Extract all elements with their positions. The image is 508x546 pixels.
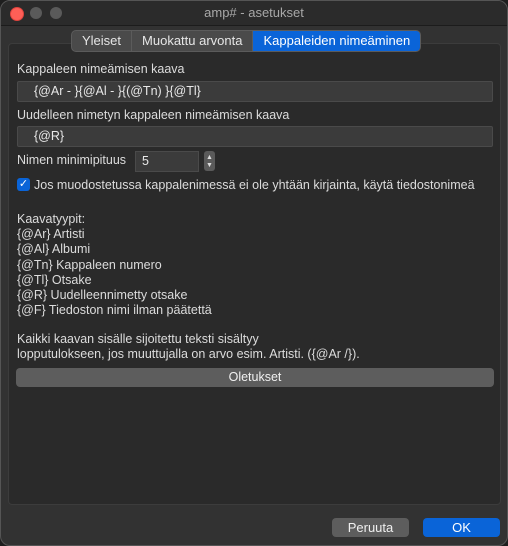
stepper-down-icon[interactable]: ▼ (206, 162, 213, 169)
formula-type-item: {@Al} Albumi (17, 242, 91, 257)
ok-button[interactable]: OK (423, 518, 500, 537)
formula-label: Kappaleen nimeämisen kaava (17, 62, 185, 76)
tab-muokattu-arvonta[interactable]: Muokattu arvonta (132, 31, 254, 51)
renamed-formula-label: Uudelleen nimetyn kappaleen nimeämisen k… (17, 108, 290, 122)
min-length-label: Nimen minimipituus (17, 153, 127, 167)
formula-note: Kaikki kaavan sisälle sijoitettu teksti … (17, 332, 360, 362)
title-bar: amp# - asetukset (1, 1, 507, 26)
defaults-button[interactable]: Oletukset (16, 368, 494, 387)
min-length-stepper[interactable]: ▲ ▼ (204, 151, 215, 171)
use-filename-label: Jos muodostetussa kappalenimessä ei ole … (34, 178, 475, 192)
formula-note-line: Kaikki kaavan sisälle sijoitettu teksti … (17, 332, 259, 346)
formula-note-line: lopputulokseen, jos muuttujalla on arvo … (17, 347, 360, 362)
formula-input[interactable]: {@Ar - }{@Al - }{(@Tn) }{@Tl} (17, 81, 493, 102)
window-title: amp# - asetukset (204, 5, 304, 20)
formula-type-item: {@Tn} Kappaleen numero (17, 257, 162, 272)
tab-yleiset[interactable]: Yleiset (72, 31, 133, 51)
tab-kappaleiden-nimeaminen[interactable]: Kappaleiden nimeäminen (253, 31, 421, 51)
formula-help: Kaavatyypit: {@Ar} Artisti {@Al} Albumi … (17, 212, 212, 318)
checkmark-icon: ✓ (18, 178, 29, 190)
settings-tabs: Yleiset Muokattu arvonta Kappaleiden nim… (71, 30, 422, 52)
min-length-input[interactable]: 5 (135, 151, 199, 172)
settings-window: amp# - asetukset Yleiset Muokattu arvont… (0, 0, 508, 546)
cancel-button[interactable]: Peruuta (332, 518, 409, 537)
use-filename-checkbox[interactable]: ✓ (17, 178, 30, 191)
formula-type-item: {@Ar} Artisti (17, 227, 85, 242)
formula-type-item: {@R} Uudelleennimetty otsake (17, 288, 188, 303)
stepper-up-icon[interactable]: ▲ (206, 154, 213, 161)
formula-type-item: {@Tl} Otsake (17, 272, 92, 287)
formula-types-title: Kaavatyypit: (17, 212, 86, 226)
renamed-formula-input[interactable]: {@R} (17, 126, 493, 147)
formula-type-item: {@F} Tiedoston nimi ilman päätettä (17, 303, 212, 318)
